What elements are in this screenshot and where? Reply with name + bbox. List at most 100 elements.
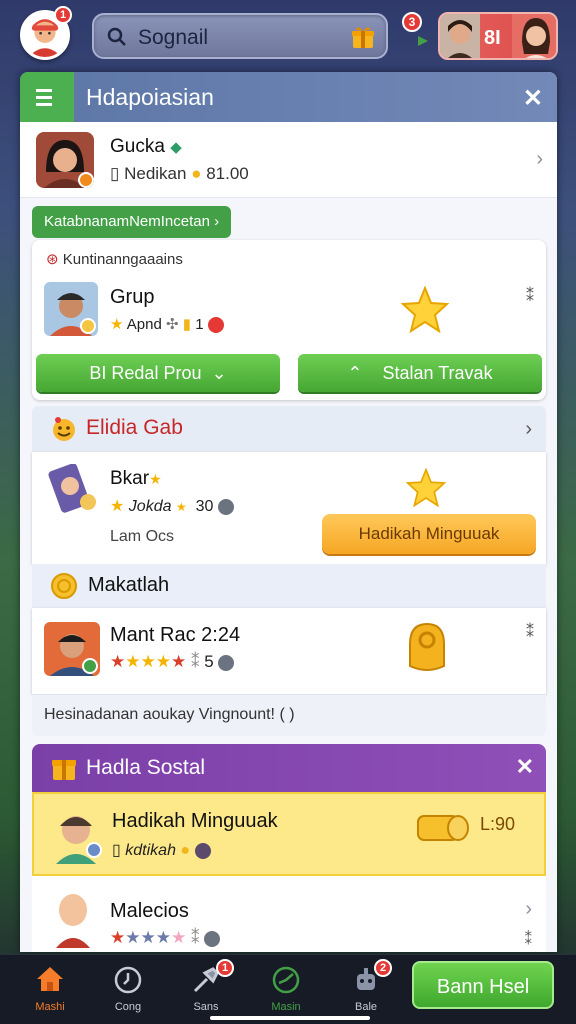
- group-card: ⊛ Kuntinanngaaains Grup ★ Apnd ✣ ▮ 1 ⁑ B…: [32, 240, 546, 400]
- speedometer-icon: [272, 966, 300, 994]
- social-header[interactable]: Hadla Sostal ✕: [32, 744, 546, 792]
- top-bar: 1 Sognail 3 8I: [0, 0, 576, 72]
- nav-robot-label: Bale: [354, 1001, 378, 1013]
- nav-robot-badge: 2: [374, 959, 392, 977]
- section-b-sub: Lam Ocs: [110, 528, 175, 545]
- group-right-button[interactable]: ⌃ Stalan Travak: [298, 354, 542, 392]
- group-subtitle: ⊛ Kuntinanngaaains: [46, 251, 183, 268]
- badge-icon: [207, 317, 224, 334]
- nav-clock[interactable]: Cong: [98, 961, 158, 1017]
- chevron-right-icon[interactable]: ›: [525, 898, 532, 921]
- social-avatar: [56, 816, 102, 864]
- coin-stack-icon: [417, 815, 469, 841]
- pin-icon[interactable]: ⁑: [526, 622, 534, 642]
- gem-icon: ◆: [170, 139, 182, 156]
- star-icon: ★: [110, 316, 124, 333]
- user-row[interactable]: Gucka ◆ ▯ Nedikan ● 81.00 ›: [20, 122, 557, 198]
- notification-badge: 3: [402, 12, 422, 32]
- section-c-name: Mant Rac 2:24: [110, 624, 241, 646]
- menu-icon: [36, 89, 52, 106]
- social-item-name: Hadikah Minguuak: [112, 810, 278, 832]
- info-circle-icon: [194, 842, 211, 859]
- friends-count: 8I: [484, 27, 501, 49]
- search-icon: [107, 27, 126, 46]
- emoji-icon: [53, 417, 75, 441]
- separator-icon: ⁑: [190, 652, 200, 671]
- star-icon: ★: [149, 471, 162, 487]
- search-label: Sognail: [138, 26, 209, 49]
- social-item-meta: ▯ kdtikah ●: [112, 840, 211, 860]
- nav-tools-badge: 1: [216, 959, 234, 977]
- play-arrow-icon: [418, 36, 428, 46]
- user-meta: ▯ Nedikan ● 81.00: [110, 164, 249, 183]
- home-icon: [37, 967, 63, 991]
- nav-home-label: Mashi: [35, 1001, 65, 1013]
- info-circle-icon: [204, 930, 221, 947]
- friend-avatar-right: [512, 14, 556, 58]
- nav-home[interactable]: Mashi: [20, 961, 80, 1017]
- coin-icon: ●: [180, 842, 191, 859]
- doc-icon: ▯: [112, 842, 121, 859]
- user-name: Gucka ◆: [110, 136, 182, 157]
- info-circle-icon: [218, 654, 235, 671]
- primary-cta-button[interactable]: Bann Hsel: [412, 961, 554, 1009]
- pin-icon: ✣: [166, 316, 179, 333]
- nav-speed[interactable]: Masin: [256, 961, 316, 1017]
- bottom-nav: Mashi Cong 1 Sans Masin 2 Bale Bann Hsel: [0, 954, 576, 1024]
- nav-robot[interactable]: 2 Bale: [336, 959, 396, 1017]
- nav-tools-label: Sans: [193, 1001, 219, 1013]
- profile-notification-badge: 1: [54, 6, 72, 24]
- search-bar[interactable]: Sognail: [92, 13, 388, 59]
- section-c-header[interactable]: Makatlah: [32, 564, 546, 608]
- rating-stars: ★★★★★ ⁑ 5: [110, 652, 235, 672]
- friend-avatar-left: [440, 14, 480, 58]
- nav-tools[interactable]: 1 Sans: [176, 959, 236, 1017]
- section-b-title: Elidia Gab: [86, 416, 183, 439]
- group-left-button[interactable]: BI Redal Prou ⌄: [36, 354, 280, 392]
- star-icon: ★: [175, 500, 187, 514]
- notification-button[interactable]: 3: [400, 12, 436, 52]
- close-icon[interactable]: ✕: [516, 754, 534, 780]
- star-icon-large: [400, 286, 450, 334]
- pin-icon[interactable]: ⁑: [526, 286, 534, 306]
- social-item[interactable]: Malecios ★★★★★ ⁑ › ⁑: [32, 876, 546, 952]
- category-tag[interactable]: KatabnanamNemIncetan ›: [32, 206, 232, 238]
- star-icon-medium: [405, 468, 447, 508]
- section-b-name: Bkar★: [110, 468, 162, 489]
- bell-icon: [409, 622, 445, 671]
- chevron-down-icon: ⌄: [211, 363, 227, 383]
- main-panel: Hdapoiasian ✕ Gucka ◆ ▯ Nedikan ● 81.00 …: [20, 72, 557, 952]
- gift-box-icon: [52, 760, 76, 780]
- group-meta: ★ Apnd ✣ ▮ 1: [110, 315, 224, 334]
- social-item-2-name: Malecios: [110, 900, 189, 922]
- info-bar: Hesinadanan aoukay Vingnount! ( ): [32, 694, 546, 736]
- info-circle-icon: [217, 498, 234, 515]
- coin-icon: ▮: [182, 316, 192, 333]
- section-c-card: Mant Rac 2:24 ★★★★★ ⁑ 5 ⁑: [32, 608, 546, 694]
- target-icon: ⊛: [46, 251, 59, 268]
- social-item-value: L:90: [480, 814, 516, 834]
- nav-speed-label: Masin: [271, 1001, 301, 1013]
- clock-icon: [114, 966, 142, 994]
- menu-button[interactable]: [20, 72, 74, 122]
- info-text: Hesinadanan aoukay Vingnount! ( ): [44, 706, 295, 723]
- group-name: Grup: [110, 286, 155, 308]
- player-avatar: [44, 622, 100, 676]
- social-avatar-2: [56, 894, 90, 948]
- claim-reward-button[interactable]: Hadikah Minguuak: [322, 514, 536, 554]
- social-title: Hadla Sostal: [86, 756, 206, 779]
- section-c-title: Makatlah: [88, 574, 170, 596]
- social-item-2-stars: ★★★★★ ⁑: [110, 928, 221, 948]
- star-icon: ★: [110, 498, 125, 515]
- section-b-header[interactable]: Elidia Gab ›: [32, 406, 546, 452]
- gift-icon[interactable]: [350, 24, 376, 50]
- pin-icon[interactable]: ⁑: [525, 930, 533, 948]
- friends-card[interactable]: 8I: [438, 12, 558, 60]
- social-item-highlight[interactable]: Hadikah Minguuak ▯ kdtikah ● L:90: [32, 792, 546, 876]
- coin-icon: ●: [191, 164, 202, 183]
- close-icon[interactable]: ✕: [523, 84, 543, 113]
- chevron-right-icon[interactable]: ›: [536, 148, 543, 171]
- section-b-meta: ★ Jokda ★ 30: [110, 496, 234, 516]
- chevron-right-icon[interactable]: ›: [525, 418, 532, 441]
- home-indicator: [210, 1016, 370, 1020]
